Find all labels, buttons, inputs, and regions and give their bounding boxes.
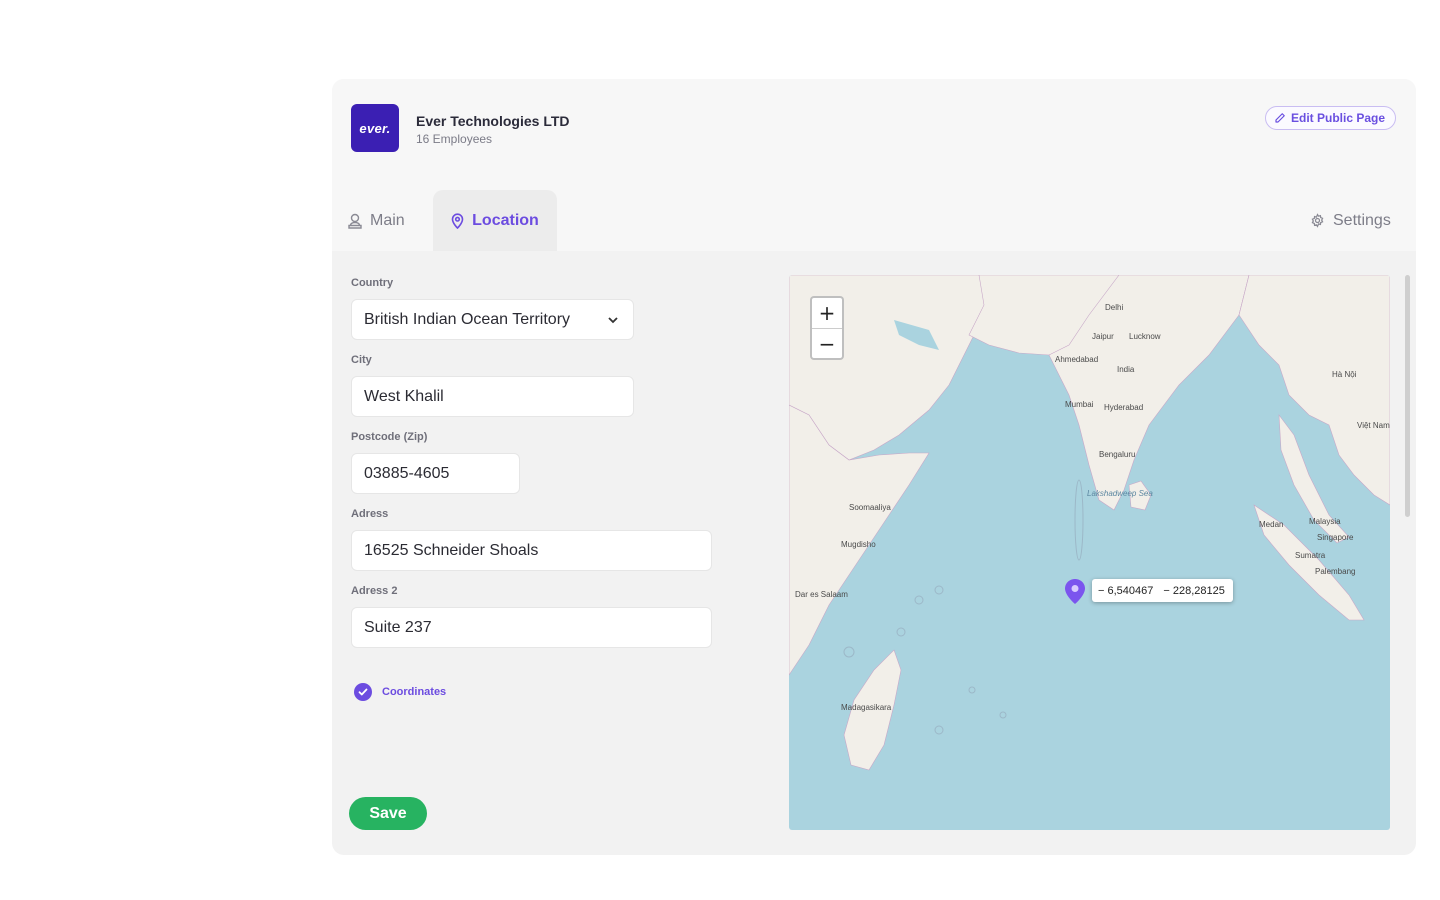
address2-value: Suite 237 [364, 618, 432, 636]
pencil-icon [1275, 113, 1285, 123]
city-label: City [351, 354, 372, 366]
country-value: British Indian Ocean Territory [364, 310, 571, 328]
map-label: Việt Nam [1357, 421, 1390, 430]
address2-label: Adress 2 [351, 585, 398, 597]
city-input[interactable]: West Khalil [351, 376, 634, 417]
map-label: Hà Nội [1332, 370, 1357, 379]
country-label: Country [351, 277, 394, 289]
coordinates-popup: − 6,540467 − 228,28125 [1092, 579, 1233, 602]
country-select[interactable]: British Indian Ocean Territory [351, 299, 634, 340]
tab-main-label: Main [370, 211, 405, 229]
save-button[interactable]: Save [349, 797, 427, 830]
map-label: Delhi [1105, 303, 1124, 312]
postcode-input[interactable]: 03885-4605 [351, 453, 520, 494]
postcode-value: 03885-4605 [364, 464, 450, 482]
map-label: Lakshadweep Sea [1087, 489, 1153, 498]
address-label: Adress [351, 508, 389, 520]
map-label: Mumbai [1065, 400, 1094, 409]
zoom-out-button[interactable]: − [812, 329, 842, 359]
edit-public-page-label: Edit Public Page [1291, 111, 1386, 125]
map-label: Madagasikara [841, 703, 892, 712]
organization-header: ever. Ever Technologies LTD 16 Employees… [332, 79, 1416, 251]
tab-settings[interactable]: Settings [1310, 190, 1391, 251]
tab-location-label: Location [472, 211, 539, 229]
tab-settings-label: Settings [1333, 211, 1391, 229]
longitude-value: − 228,28125 [1163, 584, 1225, 597]
gear-icon [1311, 213, 1324, 228]
map-label: Palembang [1315, 567, 1356, 576]
map-label: Malaysia [1309, 517, 1341, 526]
map-label: Singapore [1317, 533, 1354, 542]
address-input[interactable]: 16525 Schneider Shoals [351, 530, 712, 571]
map-label: Jaipur [1092, 332, 1114, 341]
map-label: Hyderabad [1104, 403, 1144, 412]
organization-logo: ever. [351, 104, 399, 152]
organization-name: Ever Technologies LTD [416, 113, 570, 129]
employee-count: 16 Employees [416, 132, 493, 146]
coordinates-label: Coordinates [382, 686, 447, 698]
scrollbar[interactable] [1405, 275, 1410, 517]
map-label: Lucknow [1129, 332, 1161, 341]
postcode-label: Postcode (Zip) [351, 431, 428, 443]
address2-input[interactable]: Suite 237 [351, 607, 712, 648]
latitude-value: − 6,540467 [1098, 584, 1154, 597]
organization-card: ever. Ever Technologies LTD 16 Employees… [332, 79, 1416, 855]
map-label: Medan [1259, 520, 1284, 529]
map-label: Ahmedabad [1055, 355, 1099, 364]
user-icon [348, 213, 362, 229]
check-icon [354, 683, 372, 701]
map-label: Mugdisho [841, 540, 876, 549]
location-map[interactable]: Delhi Jaipur Lucknow Ahmedabad India Mum… [789, 275, 1390, 830]
city-value: West Khalil [364, 387, 444, 405]
edit-public-page-button[interactable]: Edit Public Page [1265, 106, 1397, 130]
map-pin-icon [451, 212, 464, 229]
zoom-in-button[interactable]: + [812, 298, 842, 329]
coordinates-toggle[interactable]: Coordinates [354, 683, 446, 701]
map-label: Dar es Salaam [795, 590, 848, 599]
map-label: India [1117, 365, 1135, 374]
map-label: Bengaluru [1099, 450, 1136, 459]
tab-main[interactable]: Main [348, 190, 405, 251]
map-label: Soomaaliya [849, 503, 891, 512]
map-label: Sumatra [1295, 551, 1326, 560]
address-value: 16525 Schneider Shoals [364, 541, 539, 559]
tab-location[interactable]: Location [433, 190, 557, 251]
chevron-down-icon [608, 317, 618, 324]
map-zoom-control: + − [810, 296, 844, 360]
